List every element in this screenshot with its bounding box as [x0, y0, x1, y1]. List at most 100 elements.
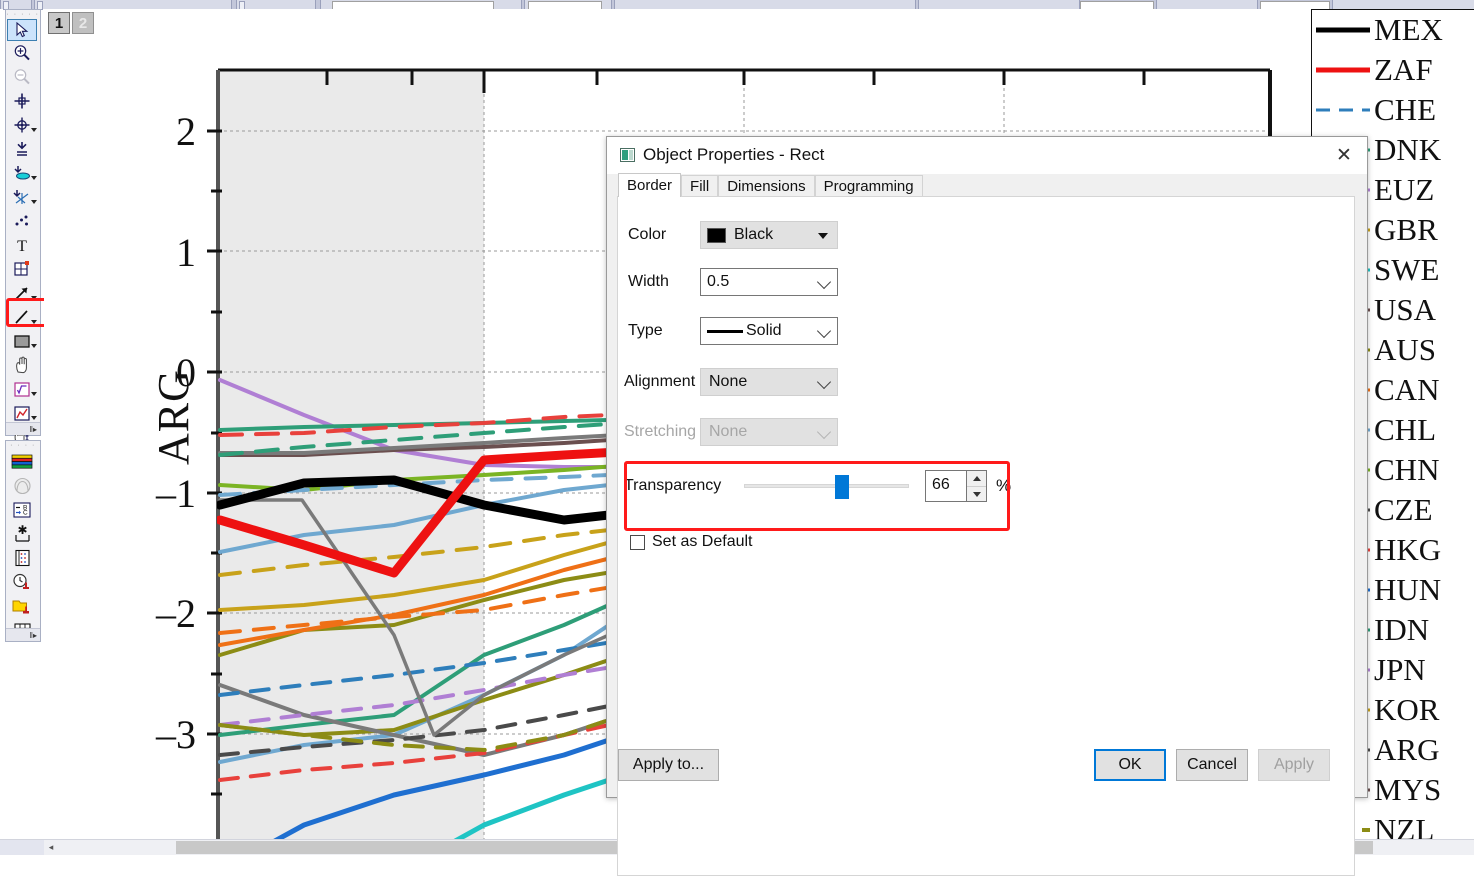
legend-key-mex	[1316, 27, 1370, 33]
stretching-row: Stretching None	[624, 418, 838, 446]
alignment-row: Alignment None	[624, 368, 838, 396]
alignment-label: Alignment	[624, 373, 696, 390]
data-selector-icon[interactable]	[6, 161, 38, 185]
legend-key-zaf	[1316, 67, 1370, 73]
legend-label: DNK	[1374, 132, 1442, 167]
tab-border[interactable]: Border	[618, 173, 682, 197]
chevron-down-icon[interactable]	[816, 274, 832, 290]
equation-tool-icon[interactable]	[6, 377, 38, 401]
worksheet-tab-2[interactable]: 2	[72, 12, 94, 34]
asterisk-bracket-icon[interactable]: ✱	[6, 522, 38, 546]
legend-label: EUZ	[1374, 172, 1435, 207]
close-icon[interactable]: ✕	[1321, 137, 1367, 173]
legend-label: AUS	[1374, 332, 1437, 367]
worksheet-tab-1[interactable]: 1	[48, 12, 70, 34]
legend-label: NZL	[1374, 812, 1435, 840]
y-axis-label: ARG	[149, 369, 198, 465]
color-bars-icon[interactable]	[6, 450, 38, 474]
chevron-down-icon	[816, 424, 832, 440]
chevron-down-icon[interactable]	[818, 233, 828, 239]
alignment-select[interactable]: None	[700, 368, 838, 396]
folder-stamp-icon[interactable]	[6, 594, 38, 618]
pointer-icon[interactable]	[7, 19, 37, 41]
color-label: Color	[628, 226, 667, 243]
type-value: Solid	[746, 322, 782, 339]
type-label: Type	[628, 322, 663, 339]
regional-mask-icon[interactable]	[6, 185, 38, 209]
pan-hand-icon[interactable]	[6, 353, 38, 377]
chevron-down-icon[interactable]	[31, 344, 37, 348]
svg-text:C: C	[23, 510, 28, 517]
legend-item-mex[interactable]: MEX	[1312, 10, 1474, 50]
zoom-in-icon[interactable]	[6, 41, 38, 65]
chevron-down-icon[interactable]	[816, 323, 832, 339]
matrix-icon[interactable]	[6, 546, 38, 570]
legend-label: CAN	[1374, 372, 1440, 407]
text-tool-icon[interactable]: T	[6, 233, 38, 257]
set-as-default-row[interactable]: Set as Default	[630, 533, 753, 551]
clock-stamp-icon[interactable]	[6, 570, 38, 594]
scrollbar-left-pad	[0, 840, 44, 855]
data-reader-icon[interactable]	[6, 137, 38, 161]
crosshair-icon[interactable]	[6, 89, 38, 113]
svg-text:–3: –3	[155, 712, 196, 757]
object-properties-dialog[interactable]: Object Properties - Rect ✕ Border Fill D…	[606, 136, 1368, 876]
type-select[interactable]: Solid	[700, 317, 838, 345]
scatter-points-icon[interactable]	[6, 209, 38, 233]
legend-label: ZAF	[1374, 52, 1433, 87]
ok-button[interactable]: OK	[1094, 749, 1166, 781]
tab-dimensions[interactable]: Dimensions	[718, 175, 815, 197]
width-row: Width 0.5	[628, 268, 838, 296]
dialog-title: Object Properties - Rect	[643, 145, 825, 164]
svg-text:1: 1	[176, 230, 196, 275]
chevron-down-icon[interactable]	[31, 392, 37, 396]
legend-label: CZE	[1374, 492, 1433, 527]
dialog-title-bar[interactable]: Object Properties - Rect ✕	[607, 137, 1367, 174]
svg-text:2: 2	[176, 109, 196, 154]
zoom-out-icon[interactable]	[6, 65, 38, 89]
width-value: 0.5	[707, 273, 730, 290]
svg-text:✱: ✱	[17, 525, 27, 537]
color-swatch	[707, 227, 726, 243]
top-toolbar-strip	[0, 0, 1474, 10]
legend-item-che[interactable]: CHE	[1312, 90, 1474, 130]
chevron-down-icon[interactable]	[31, 200, 37, 204]
apply-to-button[interactable]: Apply to...	[618, 749, 719, 781]
toolbar-overflow-button-2[interactable]: ‖▸	[6, 628, 40, 641]
legend-label: HUN	[1374, 572, 1442, 607]
svg-text:–2: –2	[155, 591, 196, 636]
left-toolbar-format: · · · · BC ✱ ‖▸	[5, 440, 41, 642]
legend-label: JPN	[1374, 652, 1426, 687]
legend-label: CHL	[1374, 412, 1436, 447]
apply-button[interactable]: Apply	[1258, 749, 1330, 781]
worksheet-tab-strip: 1 2	[44, 9, 1474, 36]
tab-programming[interactable]: Programming	[814, 175, 923, 197]
width-select[interactable]: 0.5	[700, 268, 838, 296]
rectangle-tool-icon[interactable]	[6, 329, 38, 353]
legend-label: ARG	[1374, 732, 1440, 767]
insert-object-icon[interactable]	[6, 257, 38, 281]
chevron-down-icon[interactable]	[31, 176, 37, 180]
rename-icon[interactable]: BC	[6, 498, 38, 522]
color-select[interactable]: Black	[700, 221, 838, 249]
legend-label: HKG	[1374, 532, 1442, 567]
alignment-value: None	[709, 373, 748, 390]
scroll-left-arrow-icon[interactable]: ◂	[44, 840, 58, 855]
chevron-down-icon[interactable]	[31, 128, 37, 132]
transparency-highlight	[624, 461, 1010, 531]
cancel-button[interactable]: Cancel	[1176, 749, 1248, 781]
legend-label: MYS	[1374, 772, 1442, 807]
legend-label: CHE	[1374, 92, 1436, 127]
chevron-down-icon[interactable]	[31, 416, 37, 420]
toolbar-grip[interactable]: · · · · ·	[6, 10, 40, 19]
legend-item-zaf[interactable]: ZAF	[1312, 50, 1474, 90]
target-icon[interactable]	[6, 113, 38, 137]
sphere-icon[interactable]	[6, 474, 38, 498]
rect-object-icon	[620, 148, 635, 162]
legend-label: SWE	[1374, 252, 1440, 287]
chevron-down-icon[interactable]	[816, 374, 832, 390]
toolbar-overflow-button[interactable]: ‖▸	[6, 422, 40, 435]
toolbar-grip-2[interactable]: · · · ·	[6, 441, 40, 450]
tab-fill[interactable]: Fill	[681, 175, 719, 197]
set-as-default-checkbox[interactable]	[630, 534, 645, 550]
